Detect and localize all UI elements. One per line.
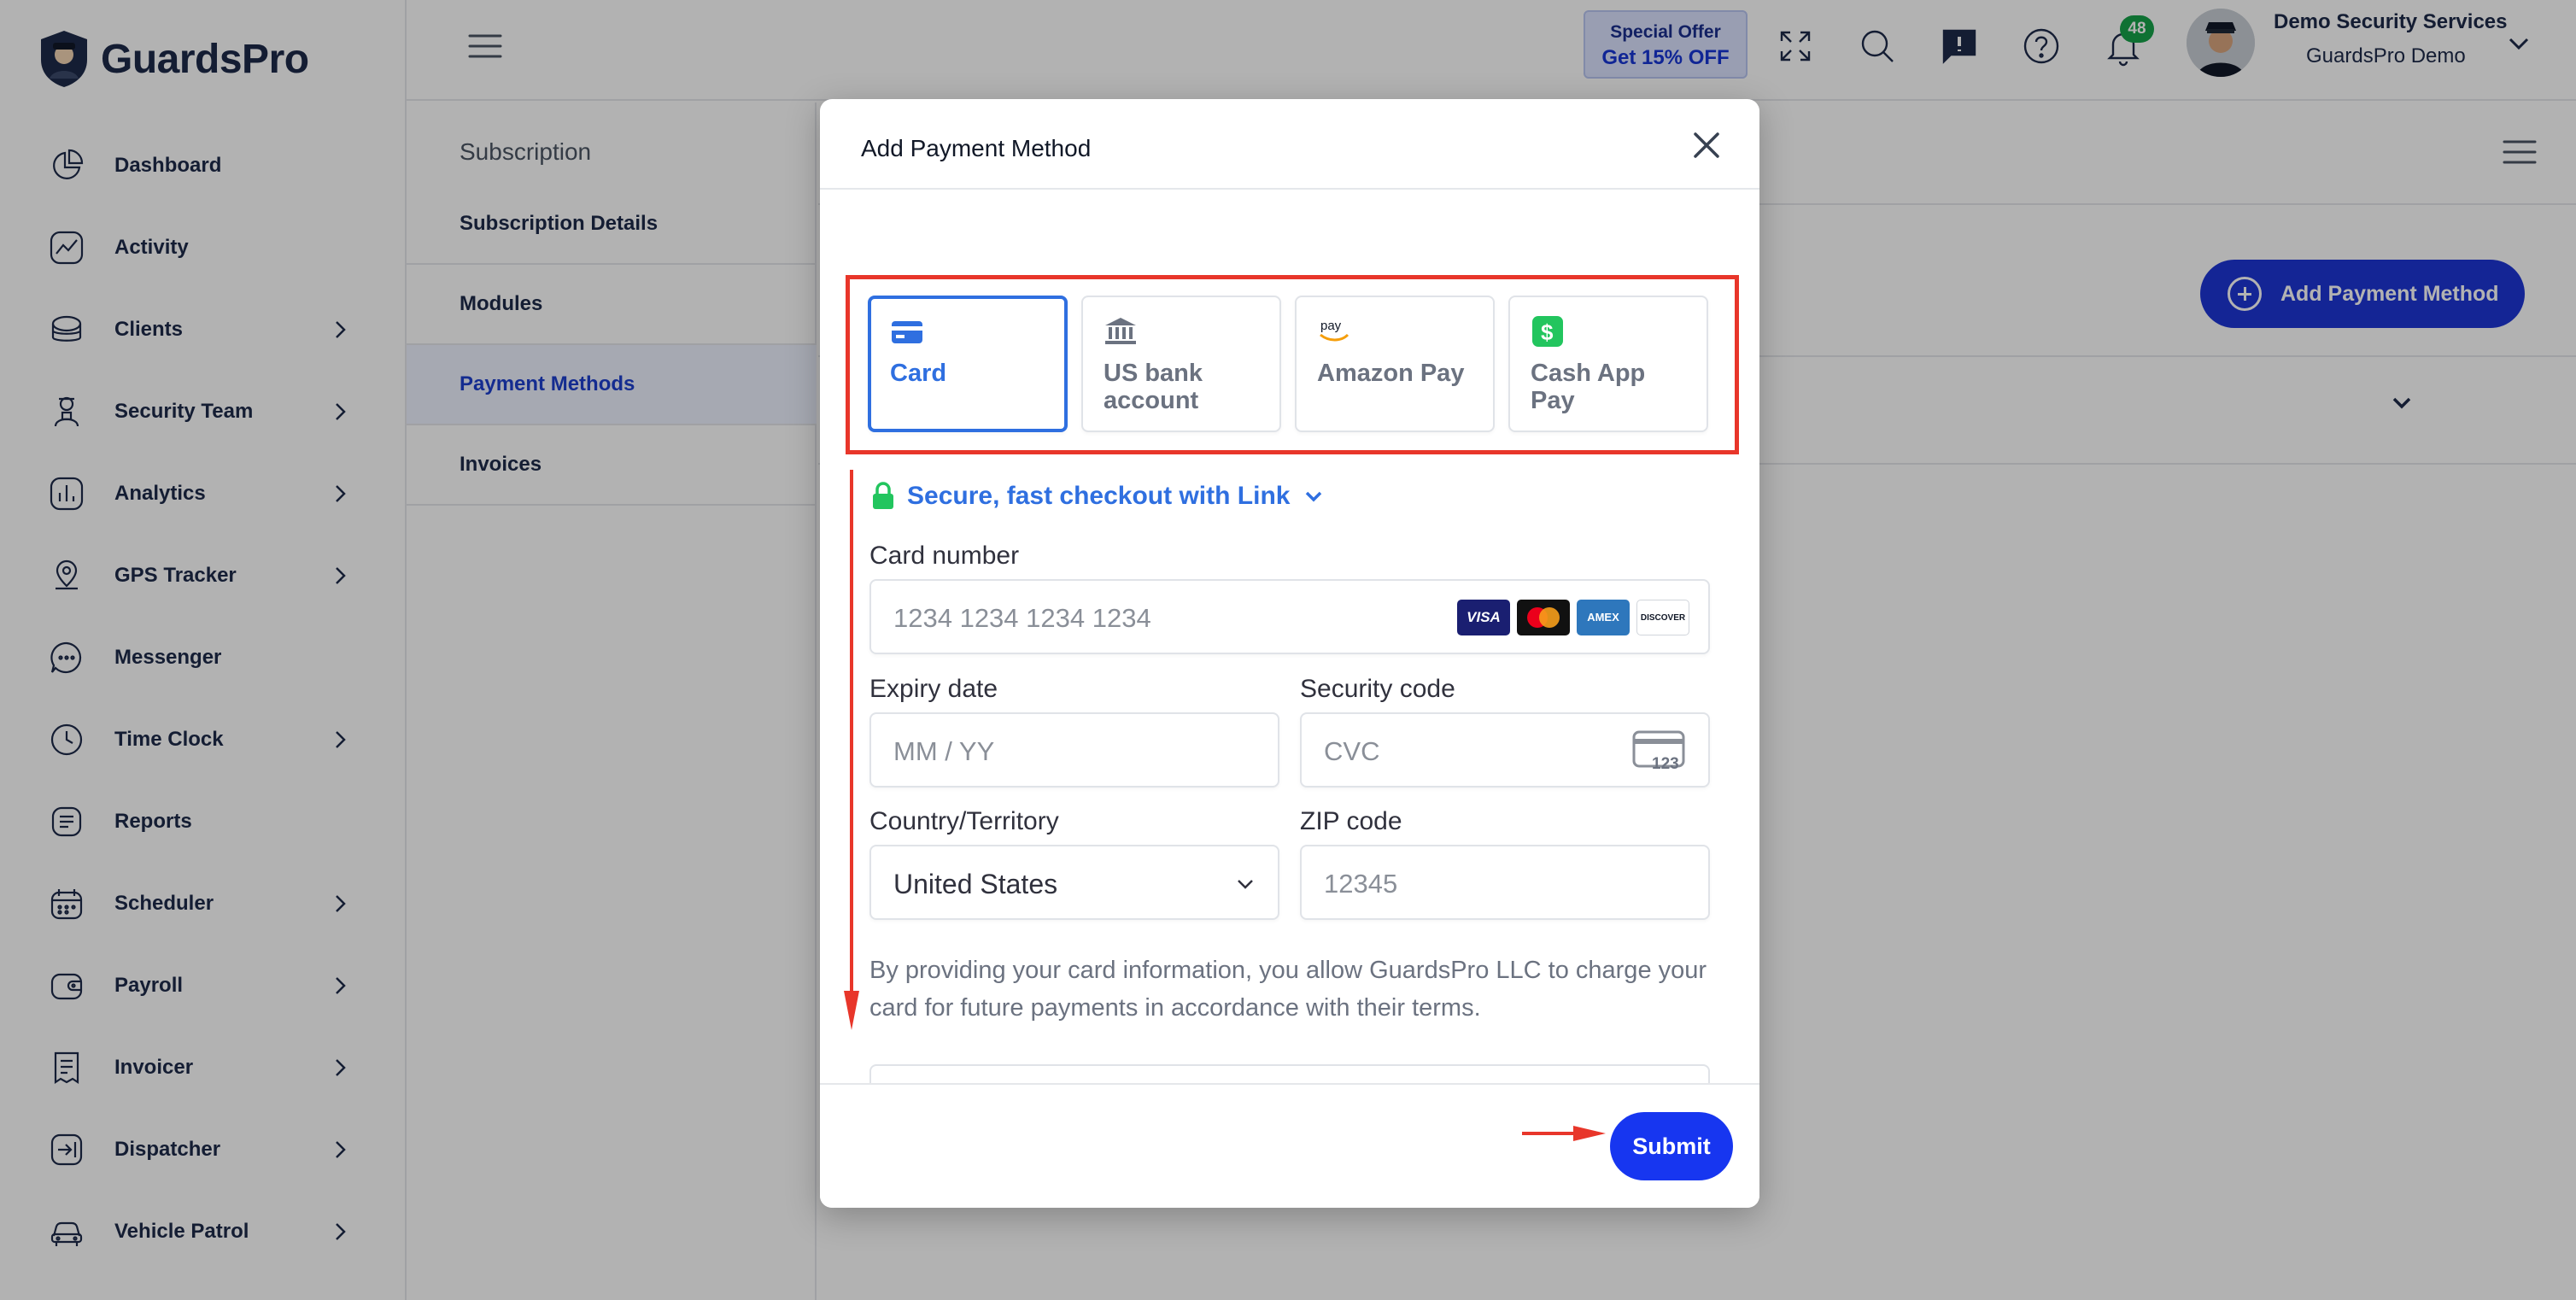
annotation-arrow-down [844, 470, 859, 1030]
expiry-field[interactable]: MM / YY [869, 712, 1279, 788]
card-number-label: Card number [869, 542, 1020, 570]
close-icon[interactable] [1688, 126, 1725, 164]
zip-placeholder: 12345 [1324, 869, 1398, 899]
annotation-highlight-box [846, 275, 1739, 454]
discover-icon: DISCOVER [1636, 600, 1689, 635]
country-value: United States [893, 869, 1058, 899]
country-label: Country/Territory [869, 807, 1059, 835]
security-code-placeholder: CVC [1324, 736, 1380, 766]
zip-label: ZIP code [1300, 807, 1402, 835]
chevron-down-icon [1306, 491, 1322, 502]
cvc-card-icon: 123 [1632, 730, 1685, 772]
visa-icon: VISA [1457, 600, 1510, 635]
annotation-arrow-right [1522, 1126, 1606, 1141]
security-code-label: Security code [1300, 675, 1455, 703]
zip-field[interactable]: 12345 [1300, 845, 1710, 920]
cvc-icon-text: 123 [1652, 755, 1679, 772]
expiry-placeholder: MM / YY [893, 736, 995, 766]
add-payment-method-modal: Add Payment Method Card US bank account … [820, 99, 1759, 1208]
link-checkout-label: Secure, fast checkout with Link [907, 482, 1291, 510]
country-select[interactable]: United States [869, 845, 1279, 920]
mastercard-icon [1517, 600, 1570, 635]
card-number-field[interactable]: 1234 1234 1234 1234 VISA AMEX DISCOVER [869, 579, 1710, 654]
submit-button[interactable]: Submit [1610, 1112, 1733, 1180]
card-disclaimer: By providing your card information, you … [869, 957, 1707, 1022]
divider [820, 188, 1759, 190]
expiry-label: Expiry date [869, 675, 998, 703]
modal-title: Add Payment Method [861, 135, 1092, 161]
security-code-field[interactable]: CVC 123 [1300, 712, 1710, 788]
lock-icon [873, 482, 893, 509]
amex-icon: AMEX [1577, 600, 1630, 635]
chevron-down-icon [1238, 880, 1253, 889]
card-number-placeholder: 1234 1234 1234 1234 [893, 603, 1151, 633]
link-checkout-row[interactable]: Secure, fast checkout with Link [871, 482, 1326, 511]
